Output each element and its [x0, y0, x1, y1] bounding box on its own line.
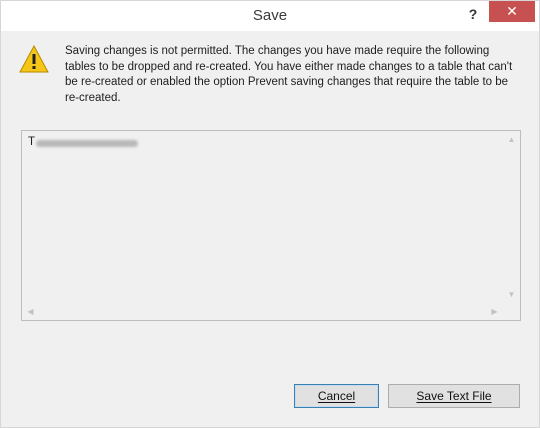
horizontal-scrollbar[interactable]: ◀ ▶ [22, 303, 503, 320]
scroll-up-icon[interactable]: ▲ [503, 131, 520, 148]
save-text-file-button[interactable]: Save Text File [388, 384, 520, 408]
cancel-button-label: Cancel [317, 389, 356, 403]
details-text: T [28, 136, 36, 148]
cancel-button[interactable]: Cancel [294, 384, 379, 408]
save-dialog: Save ? ✕ Saving changes is not permitted… [0, 0, 540, 428]
title-bar: Save ? ✕ [1, 1, 539, 31]
redacted-table-name [36, 140, 138, 147]
save-text-file-button-label: Save Text File [416, 389, 492, 403]
warning-icon [19, 45, 49, 73]
details-textbox[interactable]: T ▲ ▼ ◀ ▶ [21, 130, 521, 321]
scroll-right-icon[interactable]: ▶ [486, 303, 503, 320]
dialog-title: Save [252, 7, 288, 24]
help-button[interactable]: ? [463, 5, 483, 25]
scroll-left-icon[interactable]: ◀ [22, 303, 39, 320]
vertical-scrollbar[interactable]: ▲ ▼ [503, 131, 520, 303]
scrollbar-corner [503, 303, 520, 320]
close-button[interactable]: ✕ [489, 1, 535, 22]
warning-message: Saving changes is not permitted. The cha… [65, 45, 513, 104]
scroll-down-icon[interactable]: ▼ [503, 286, 520, 303]
